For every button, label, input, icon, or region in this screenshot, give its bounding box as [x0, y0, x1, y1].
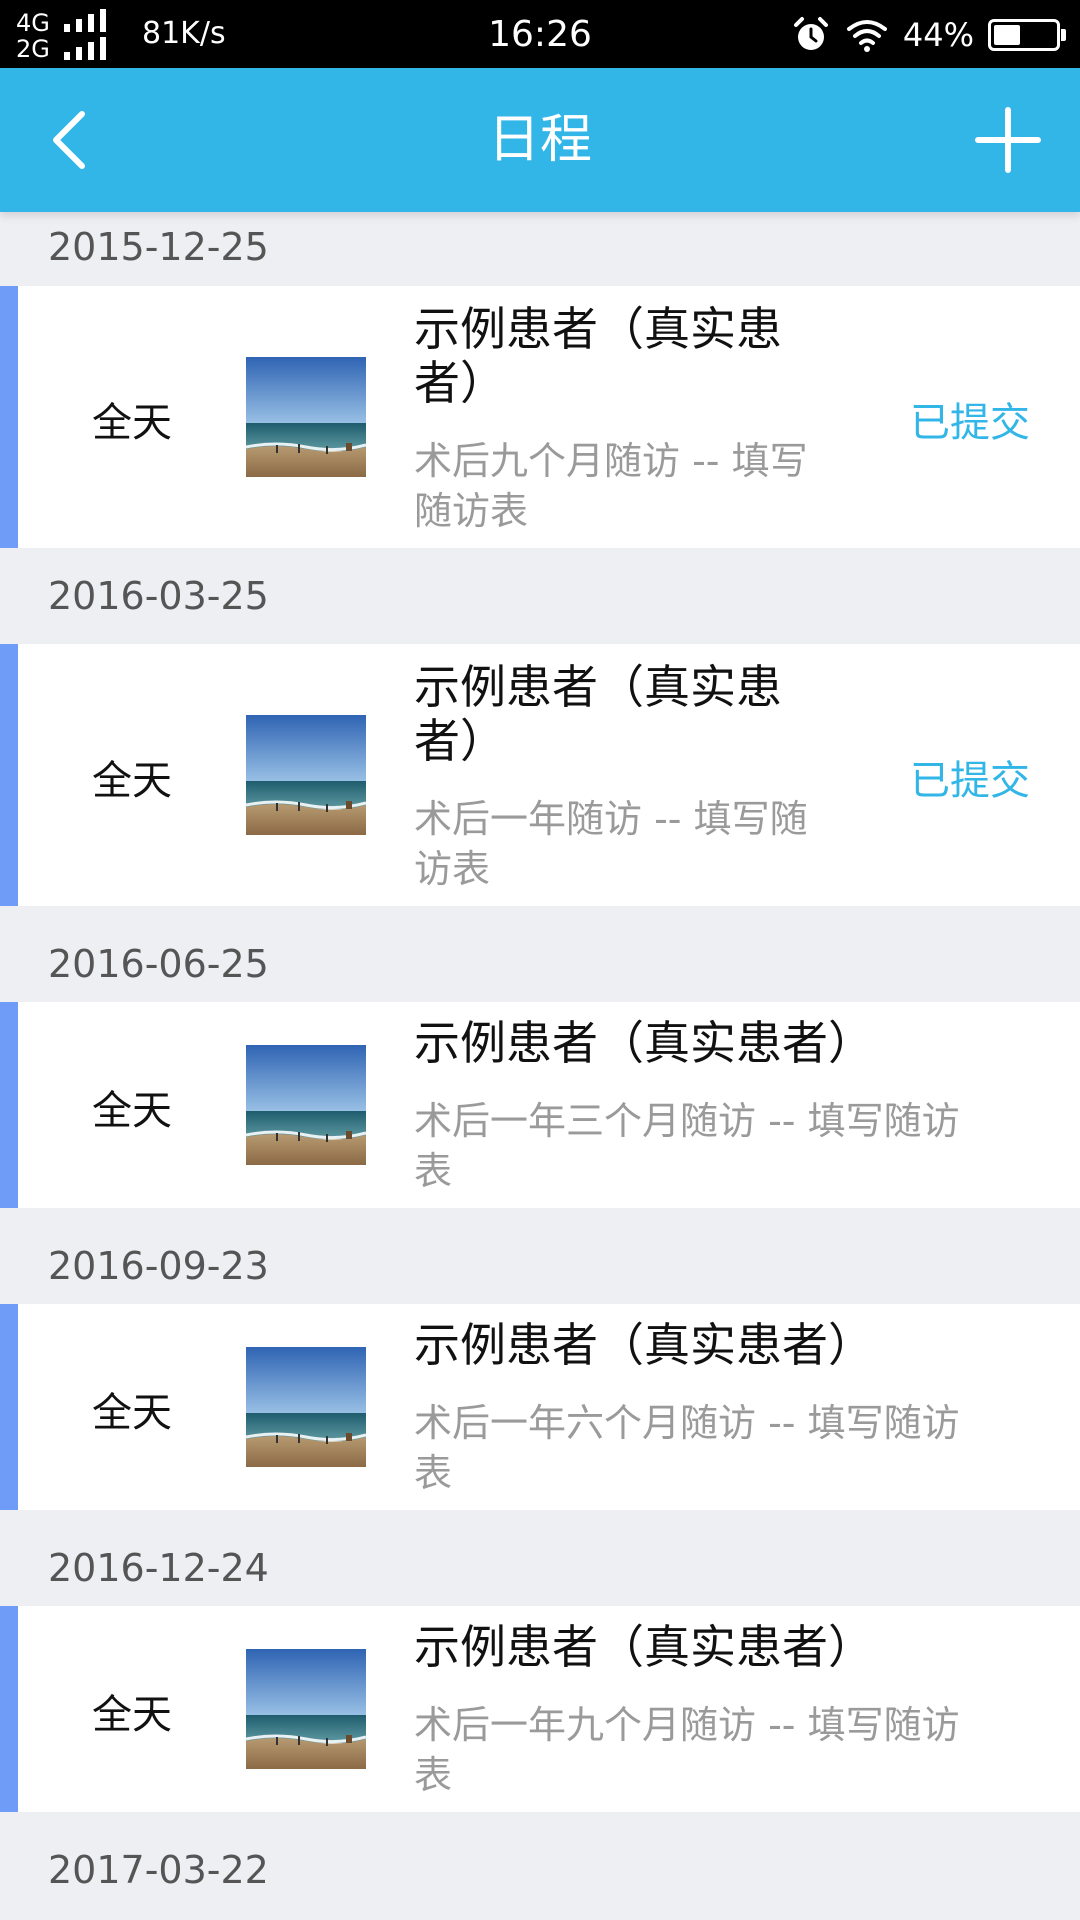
plus-icon	[975, 107, 1041, 173]
beach-photo-thumbnail	[246, 715, 366, 835]
date-header: 2016-03-25	[0, 548, 1080, 644]
patient-name: 示例患者（真实患者）	[414, 1318, 874, 1372]
entry-description: 术后一年三个月随访 -- 填写随访表	[414, 1099, 960, 1193]
entry-time-label: 全天	[92, 758, 172, 804]
entry-time-label: 全天	[92, 1692, 172, 1738]
date-header: 2016-06-25	[0, 906, 1080, 1002]
status-badge: 已提交	[910, 400, 1030, 446]
entry-description: 术后一年九个月随访 -- 填写随访表	[414, 1703, 960, 1797]
patient-avatar	[246, 1045, 366, 1165]
schedule-entry[interactable]: 全天 示例患者（真实患者） 术后一年九个月随访 -- 填写随访表	[0, 1606, 1080, 1812]
entry-accent-bar	[0, 644, 18, 906]
schedule-entry[interactable]: 全天 示例患者（真实患者） 术后九个月随访 -- 填写随访表 已提交	[0, 286, 1080, 548]
date-header: 2015-12-25	[0, 212, 1080, 286]
beach-photo-thumbnail	[246, 357, 366, 477]
beach-photo-thumbnail	[246, 1347, 366, 1467]
wifi-icon	[846, 20, 887, 52]
status-bar: 4G 2G 81K/s 16:26 44%	[0, 0, 1080, 68]
date-header: 2016-09-23	[0, 1208, 1080, 1304]
patient-name: 示例患者（真实患者）	[414, 1016, 874, 1070]
date-header: 2016-12-24	[0, 1510, 1080, 1606]
schedule-list: 2015-12-25 全天 示例患者（真实患者） 术后九个月随访 -- 填写随访…	[0, 212, 1080, 1908]
app-header: 日程	[0, 68, 1080, 212]
beach-photo-thumbnail	[246, 1649, 366, 1769]
battery-percent: 44%	[902, 16, 974, 54]
patient-avatar	[246, 357, 366, 477]
beach-photo-thumbnail	[246, 1045, 366, 1165]
patient-avatar	[246, 1347, 366, 1467]
schedule-entry[interactable]: 全天 示例患者（真实患者） 术后一年三个月随访 -- 填写随访表	[0, 1002, 1080, 1208]
entry-accent-bar	[0, 1304, 18, 1510]
add-schedule-button[interactable]	[972, 104, 1044, 176]
battery-icon	[988, 19, 1066, 51]
patient-avatar	[246, 1649, 366, 1769]
page-title: 日程	[487, 110, 592, 170]
entry-description: 术后一年随访 -- 填写随访表	[414, 797, 808, 891]
entry-description: 术后一年六个月随访 -- 填写随访表	[414, 1401, 960, 1495]
patient-name: 示例患者（真实患者）	[414, 660, 782, 768]
patient-name: 示例患者（真实患者）	[414, 1620, 874, 1674]
schedule-entry[interactable]: 全天 示例患者（真实患者） 术后一年随访 -- 填写随访表 已提交	[0, 644, 1080, 906]
entry-accent-bar	[0, 1606, 18, 1812]
entry-time-label: 全天	[92, 400, 172, 446]
patient-name: 示例患者（真实患者）	[414, 302, 782, 410]
entry-accent-bar	[0, 1002, 18, 1208]
alarm-icon	[793, 17, 828, 50]
entry-accent-bar	[0, 286, 18, 548]
entry-description: 术后九个月随访 -- 填写随访表	[414, 439, 808, 533]
status-badge: 已提交	[910, 758, 1030, 804]
entry-time-label: 全天	[92, 1088, 172, 1134]
patient-avatar	[246, 715, 366, 835]
schedule-entry[interactable]: 全天 示例患者（真实患者） 术后一年六个月随访 -- 填写随访表	[0, 1304, 1080, 1510]
date-header: 2017-03-22	[0, 1812, 1080, 1908]
entry-time-label: 全天	[92, 1390, 172, 1436]
